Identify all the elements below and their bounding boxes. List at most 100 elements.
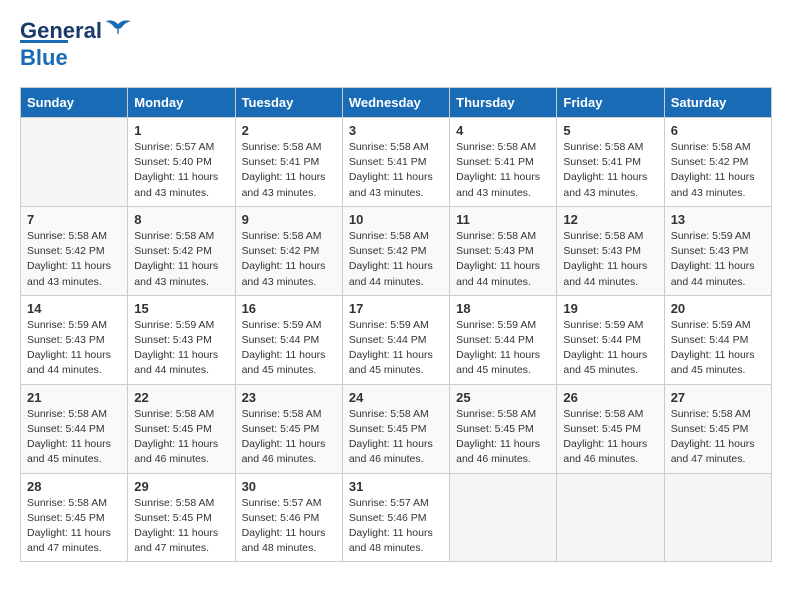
calendar-cell: 2Sunrise: 5:58 AM Sunset: 5:41 PM Daylig… [235,118,342,207]
calendar-table: SundayMondayTuesdayWednesdayThursdayFrid… [20,87,772,562]
week-row-1: 1 Sunrise: 5:57 AM Sunset: 5:40 PM Daylig… [21,118,772,207]
calendar-header-row: SundayMondayTuesdayWednesdayThursdayFrid… [21,88,772,118]
cell-info: Sunrise: 5:58 AM Sunset: 5:45 PM Dayligh… [671,407,765,468]
day-number: 3 [349,123,443,138]
day-number: 13 [671,212,765,227]
calendar-cell: 27 Sunrise: 5:58 AM Sunset: 5:45 PM Dayli… [664,384,771,473]
cell-info: Sunrise: 5:59 AM Sunset: 5:43 PM Dayligh… [134,318,228,379]
cell-info: Sunrise: 5:58 AM Sunset: 5:45 PM Dayligh… [134,407,228,468]
cell-info: Sunrise: 5:58 AM Sunset: 5:45 PM Dayligh… [349,407,443,468]
calendar-cell [450,473,557,562]
calendar-cell: 6 Sunrise: 5:58 AM Sunset: 5:42 PM Daylig… [664,118,771,207]
cell-info: Sunrise: 5:58 AM Sunset: 5:41 PM Dayligh… [563,140,657,201]
day-number: 18 [456,301,550,316]
week-row-2: 7 Sunrise: 5:58 AM Sunset: 5:42 PM Daylig… [21,206,772,295]
calendar-cell: 3 Sunrise: 5:58 AM Sunset: 5:41 PM Daylig… [342,118,449,207]
day-number: 9 [242,212,336,227]
day-number: 25 [456,390,550,405]
week-row-3: 14 Sunrise: 5:59 AM Sunset: 5:43 PM Dayli… [21,295,772,384]
cell-info: Sunrise: 5:58 AM Sunset: 5:41 PM Dayligh… [349,140,443,201]
calendar-cell: 9Sunrise: 5:58 AM Sunset: 5:42 PM Daylig… [235,206,342,295]
cell-info: Sunrise: 5:58 AM Sunset: 5:42 PM Dayligh… [349,229,443,290]
day-number: 27 [671,390,765,405]
cell-info: Sunrise: 5:58 AM Sunset: 5:42 PM Dayligh… [671,140,765,201]
cell-info: Sunrise: 5:58 AM Sunset: 5:45 PM Dayligh… [456,407,550,468]
calendar-cell: 11 Sunrise: 5:58 AM Sunset: 5:43 PM Dayli… [450,206,557,295]
cell-info: Sunrise: 5:58 AM Sunset: 5:45 PM Dayligh… [27,496,121,557]
day-number: 26 [563,390,657,405]
calendar-cell: 19 Sunrise: 5:59 AM Sunset: 5:44 PM Dayli… [557,295,664,384]
day-number: 19 [563,301,657,316]
day-number: 21 [27,390,121,405]
calendar-cell [664,473,771,562]
logo: General Blue [20,20,132,71]
cell-info: Sunrise: 5:58 AM Sunset: 5:43 PM Dayligh… [456,229,550,290]
cell-info: Sunrise: 5:59 AM Sunset: 5:44 PM Dayligh… [563,318,657,379]
day-number: 11 [456,212,550,227]
calendar-cell: 13 Sunrise: 5:59 AM Sunset: 5:43 PM Dayli… [664,206,771,295]
calendar-cell: 25 Sunrise: 5:58 AM Sunset: 5:45 PM Dayli… [450,384,557,473]
calendar-cell: 8 Sunrise: 5:58 AM Sunset: 5:42 PM Daylig… [128,206,235,295]
col-header-monday: Monday [128,88,235,118]
col-header-friday: Friday [557,88,664,118]
cell-info: Sunrise: 5:58 AM Sunset: 5:41 PM Dayligh… [242,140,336,201]
cell-info: Sunrise: 5:59 AM Sunset: 5:44 PM Dayligh… [242,318,336,379]
calendar-cell [21,118,128,207]
calendar-cell: 15 Sunrise: 5:59 AM Sunset: 5:43 PM Dayli… [128,295,235,384]
cell-info: Sunrise: 5:59 AM Sunset: 5:43 PM Dayligh… [27,318,121,379]
calendar-cell: 31 Sunrise: 5:57 AM Sunset: 5:46 PM Dayli… [342,473,449,562]
day-number: 29 [134,479,228,494]
cell-info: Sunrise: 5:59 AM Sunset: 5:44 PM Dayligh… [456,318,550,379]
cell-info: Sunrise: 5:58 AM Sunset: 5:42 PM Dayligh… [134,229,228,290]
cell-info: Sunrise: 5:58 AM Sunset: 5:42 PM Dayligh… [27,229,121,290]
calendar-cell: 7 Sunrise: 5:58 AM Sunset: 5:42 PM Daylig… [21,206,128,295]
day-number: 22 [134,390,228,405]
day-number: 30 [242,479,336,494]
day-number: 16 [242,301,336,316]
cell-info: Sunrise: 5:58 AM Sunset: 5:45 PM Dayligh… [134,496,228,557]
cell-info: Sunrise: 5:59 AM Sunset: 5:44 PM Dayligh… [349,318,443,379]
day-number: 15 [134,301,228,316]
calendar-cell [557,473,664,562]
calendar-cell: 22 Sunrise: 5:58 AM Sunset: 5:45 PM Dayli… [128,384,235,473]
col-header-wednesday: Wednesday [342,88,449,118]
week-row-5: 28Sunrise: 5:58 AM Sunset: 5:45 PM Dayli… [21,473,772,562]
day-number: 31 [349,479,443,494]
day-number: 6 [671,123,765,138]
calendar-cell: 20Sunrise: 5:59 AM Sunset: 5:44 PM Dayli… [664,295,771,384]
day-number: 5 [563,123,657,138]
calendar-cell: 21 Sunrise: 5:58 AM Sunset: 5:44 PM Dayli… [21,384,128,473]
day-number: 23 [242,390,336,405]
calendar-cell: 26 Sunrise: 5:58 AM Sunset: 5:45 PM Dayli… [557,384,664,473]
day-number: 14 [27,301,121,316]
day-number: 1 [134,123,228,138]
day-number: 7 [27,212,121,227]
cell-info: Sunrise: 5:59 AM Sunset: 5:44 PM Dayligh… [671,318,765,379]
calendar-cell: 16 Sunrise: 5:59 AM Sunset: 5:44 PM Dayli… [235,295,342,384]
calendar-cell: 23 Sunrise: 5:58 AM Sunset: 5:45 PM Dayli… [235,384,342,473]
day-number: 24 [349,390,443,405]
calendar-cell: 18 Sunrise: 5:59 AM Sunset: 5:44 PM Dayli… [450,295,557,384]
col-header-thursday: Thursday [450,88,557,118]
cell-info: Sunrise: 5:57 AM Sunset: 5:46 PM Dayligh… [349,496,443,557]
week-row-4: 21 Sunrise: 5:58 AM Sunset: 5:44 PM Dayli… [21,384,772,473]
calendar-cell: 17 Sunrise: 5:59 AM Sunset: 5:44 PM Dayli… [342,295,449,384]
cell-info: Sunrise: 5:59 AM Sunset: 5:43 PM Dayligh… [671,229,765,290]
day-number: 8 [134,212,228,227]
cell-info: Sunrise: 5:58 AM Sunset: 5:41 PM Dayligh… [456,140,550,201]
day-number: 17 [349,301,443,316]
col-header-saturday: Saturday [664,88,771,118]
calendar-cell: 10Sunrise: 5:58 AM Sunset: 5:42 PM Dayli… [342,206,449,295]
calendar-cell: 14 Sunrise: 5:59 AM Sunset: 5:43 PM Dayli… [21,295,128,384]
calendar-cell: 28Sunrise: 5:58 AM Sunset: 5:45 PM Dayli… [21,473,128,562]
cell-info: Sunrise: 5:57 AM Sunset: 5:46 PM Dayligh… [242,496,336,557]
day-number: 12 [563,212,657,227]
calendar-cell: 5 Sunrise: 5:58 AM Sunset: 5:41 PM Daylig… [557,118,664,207]
logo-text: General [20,20,102,42]
cell-info: Sunrise: 5:57 AM Sunset: 5:40 PM Dayligh… [134,140,228,201]
cell-info: Sunrise: 5:58 AM Sunset: 5:44 PM Dayligh… [27,407,121,468]
cell-info: Sunrise: 5:58 AM Sunset: 5:45 PM Dayligh… [563,407,657,468]
logo-text-blue: Blue [20,40,68,71]
cell-info: Sunrise: 5:58 AM Sunset: 5:45 PM Dayligh… [242,407,336,468]
calendar-cell: 30 Sunrise: 5:57 AM Sunset: 5:46 PM Dayli… [235,473,342,562]
